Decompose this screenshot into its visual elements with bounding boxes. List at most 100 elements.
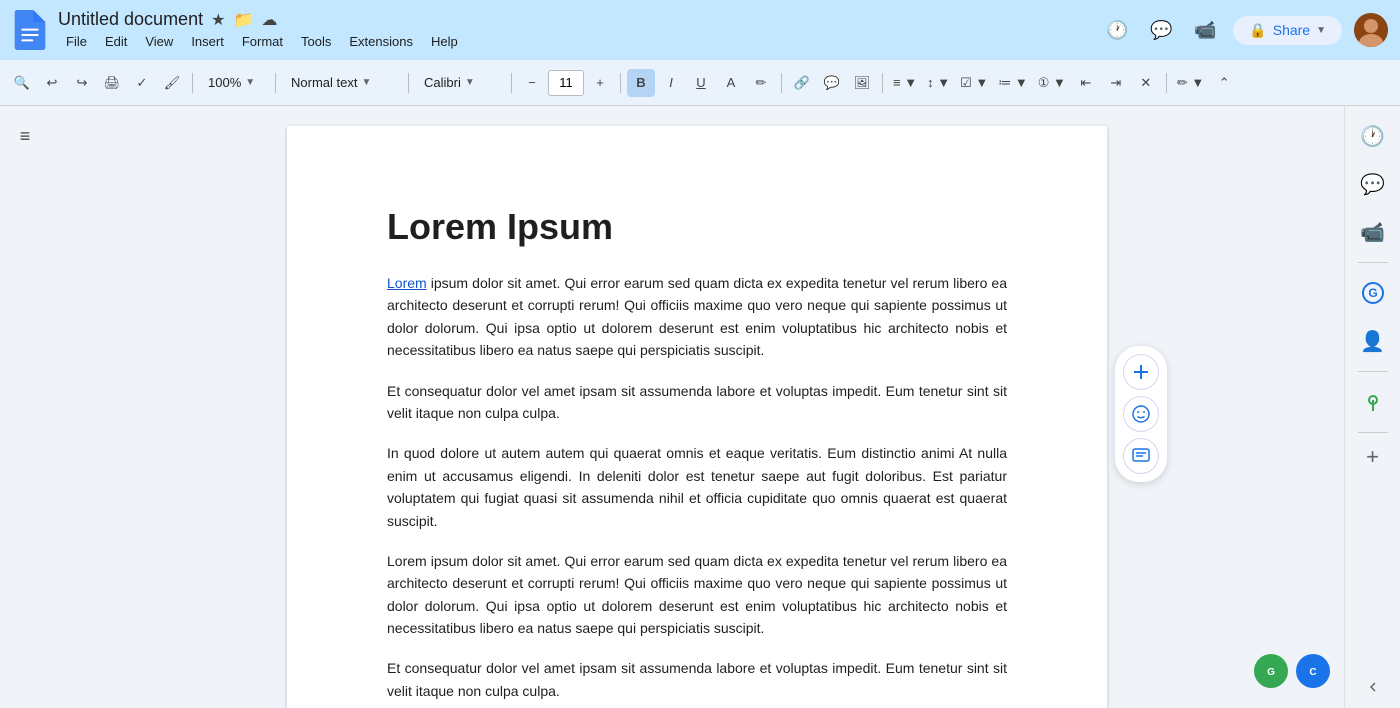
menu-edit[interactable]: Edit [97, 32, 135, 51]
svg-text:C: C [1309, 667, 1316, 678]
undo-button[interactable]: ↩ [38, 69, 66, 97]
checklist-button[interactable]: ☑ ▼ [956, 69, 992, 97]
paragraph-3: In quod dolore ut autem autem qui quaera… [387, 442, 1007, 532]
paragraph-4: Lorem ipsum dolor sit amet. Qui error ea… [387, 550, 1007, 640]
rs-map-icon[interactable] [1353, 382, 1393, 422]
doc-title[interactable]: Untitled document [58, 9, 203, 30]
separator-1 [192, 73, 193, 93]
green-badge-button[interactable]: G [1254, 654, 1288, 688]
menu-format[interactable]: Format [234, 32, 291, 51]
image-button[interactable]: 🖼 [848, 69, 876, 97]
menu-extensions[interactable]: Extensions [341, 32, 421, 51]
menu-insert[interactable]: Insert [183, 32, 232, 51]
separator-8 [1166, 73, 1167, 93]
separator-7 [882, 73, 883, 93]
svg-text:G: G [1267, 667, 1275, 678]
folder-icon[interactable]: 📁 [233, 10, 253, 30]
separator-5 [620, 73, 621, 93]
menu-bar: File Edit View Insert Format Tools Exten… [58, 32, 1101, 51]
cloud-icon[interactable]: ☁ [261, 10, 277, 30]
zoom-dropdown[interactable]: 100% ▼ [199, 69, 269, 97]
menu-help[interactable]: Help [423, 32, 466, 51]
zoom-value: 100% [208, 75, 241, 90]
link-button[interactable]: 🔗 [788, 69, 816, 97]
lorem-link[interactable]: Lorem [387, 275, 427, 291]
style-chevron: ▼ [361, 77, 371, 88]
bottom-right-badges: G C [1254, 654, 1330, 688]
meet-button[interactable]: 📹 [1189, 14, 1221, 46]
left-sidebar: ≡ [0, 106, 50, 708]
bold-button[interactable]: B [627, 69, 655, 97]
rs-expand-button[interactable]: + [1357, 441, 1389, 473]
menu-tools[interactable]: Tools [293, 32, 339, 51]
rs-meet-icon[interactable]: 📹 [1353, 212, 1393, 252]
align-button[interactable]: ≡ ▼ [889, 69, 921, 97]
fab-comment-button[interactable] [1123, 438, 1159, 474]
line-spacing-button[interactable]: ↕ ▼ [923, 69, 954, 97]
title-info: Untitled document ★ 📁 ☁ File Edit View I… [58, 9, 1101, 51]
rs-comments-icon[interactable]: 💬 [1353, 164, 1393, 204]
italic-button[interactable]: I [657, 69, 685, 97]
print-button[interactable]: 🖨 [98, 69, 126, 97]
fab-add-button[interactable] [1123, 354, 1159, 390]
text-style-value: Normal text [291, 75, 357, 90]
decrease-indent-button[interactable]: ⇤ [1072, 69, 1100, 97]
rs-separator-3 [1358, 432, 1388, 433]
underline-button[interactable]: U [687, 69, 715, 97]
clear-formatting-button[interactable]: ✕ [1132, 69, 1160, 97]
paragraph-2: Et consequatur dolor vel amet ipsam sit … [387, 380, 1007, 425]
menu-view[interactable]: View [137, 32, 181, 51]
separator-4 [511, 73, 512, 93]
document-page: Lorem Ipsum Lorem ipsum dolor sit amet. … [287, 126, 1107, 708]
editing-mode-button[interactable]: ✏ ▼ [1173, 69, 1208, 97]
title-bar: Untitled document ★ 📁 ☁ File Edit View I… [0, 0, 1400, 60]
numbered-list-button[interactable]: ① ▼ [1034, 69, 1070, 97]
share-chevron: ▼ [1316, 25, 1326, 36]
outline-icon[interactable]: ≡ [7, 118, 43, 154]
docs-logo-icon [12, 10, 48, 50]
toolbar-expand-button[interactable]: ⌃ [1210, 69, 1238, 97]
comment-button[interactable]: 💬 [818, 69, 846, 97]
font-dropdown[interactable]: Calibri ▼ [415, 69, 505, 97]
floating-actions [1115, 346, 1167, 482]
rs-history-icon[interactable]: 🕐 [1353, 116, 1393, 156]
spellcheck-button[interactable]: ✓ [128, 69, 156, 97]
increase-indent-button[interactable]: ⇥ [1102, 69, 1130, 97]
main-area: ≡ Lorem Ipsum Lorem ipsum dolor sit amet… [0, 106, 1400, 708]
menu-file[interactable]: File [58, 32, 95, 51]
separator-2 [275, 73, 276, 93]
doc-title-row: Untitled document ★ 📁 ☁ [58, 9, 1101, 30]
font-size-input[interactable] [548, 70, 584, 96]
svg-text:G: G [1368, 286, 1377, 300]
comments-button[interactable]: 💬 [1145, 14, 1177, 46]
font-chevron: ▼ [465, 77, 475, 88]
blue-badge-button[interactable]: C [1296, 654, 1330, 688]
paint-format-button[interactable]: 🖌 [158, 69, 186, 97]
rs-separator-2 [1358, 371, 1388, 372]
rs-gemini-icon[interactable]: G [1353, 273, 1393, 313]
rs-collapse-button[interactable] [1365, 679, 1381, 700]
rs-separator-1 [1358, 262, 1388, 263]
avatar[interactable] [1354, 13, 1388, 47]
font-value: Calibri [424, 75, 461, 90]
star-icon[interactable]: ★ [211, 10, 225, 30]
bullet-list-button[interactable]: ≔ ▼ [994, 69, 1031, 97]
text-color-button[interactable]: A [717, 69, 745, 97]
font-size-increase[interactable]: + [586, 69, 614, 97]
lock-icon: 🔒 [1249, 22, 1266, 39]
share-button[interactable]: 🔒 Share ▼ [1233, 16, 1342, 45]
doc-area[interactable]: Lorem Ipsum Lorem ipsum dolor sit amet. … [50, 106, 1344, 708]
rs-person-icon[interactable]: 👤 [1353, 321, 1393, 361]
highlight-button[interactable]: ✏ [747, 69, 775, 97]
redo-button[interactable]: ↪ [68, 69, 96, 97]
fab-emoji-button[interactable] [1123, 396, 1159, 432]
history-button[interactable]: 🕐 [1101, 14, 1133, 46]
font-size-decrease[interactable]: − [518, 69, 546, 97]
search-button[interactable]: 🔍 [8, 69, 36, 97]
separator-6 [781, 73, 782, 93]
title-bar-right: 🕐 💬 📹 🔒 Share ▼ [1101, 13, 1388, 47]
doc-heading: Lorem Ipsum [387, 206, 1007, 248]
paragraph-1: Lorem ipsum dolor sit amet. Qui error ea… [387, 272, 1007, 362]
right-sidebar: 🕐 💬 📹 G 👤 + [1344, 106, 1400, 708]
text-style-dropdown[interactable]: Normal text ▼ [282, 69, 402, 97]
